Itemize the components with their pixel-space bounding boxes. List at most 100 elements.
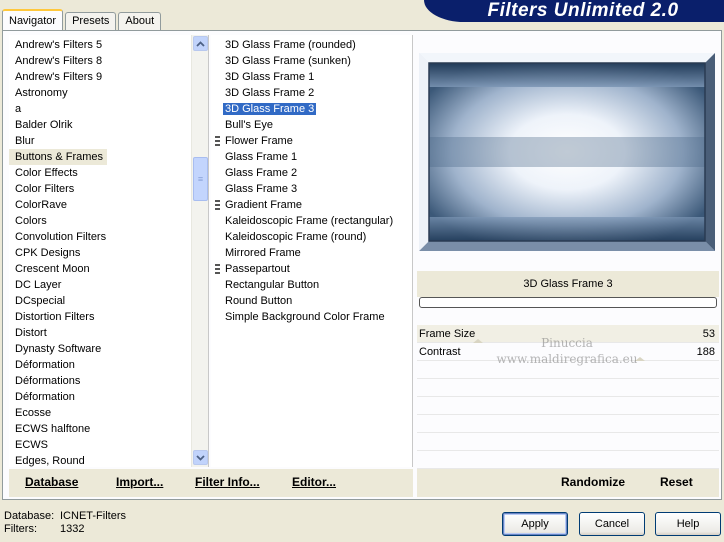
param-empty [417,451,719,469]
category-item[interactable]: Balder Olrik [9,117,191,133]
category-item-label: Balder Olrik [15,119,73,131]
tab-navigator[interactable]: Navigator [2,9,64,31]
filter-item-label: Passepartout [225,263,290,275]
app-banner: Filters Unlimited 2.0 [424,0,724,22]
filter-item[interactable]: Passepartout [211,261,411,277]
category-item[interactable]: Colors [9,213,191,229]
category-item[interactable]: DCspecial [9,293,191,309]
apply-button[interactable]: Apply [502,512,568,536]
filter-item[interactable]: Round Button [211,293,411,309]
filter-list[interactable]: 3D Glass Frame (rounded) 3D Glass Frame (… [211,35,413,467]
database-button[interactable]: Database [25,475,78,489]
category-item[interactable]: Buttons & Frames [9,149,191,165]
category-item-label: a [15,103,22,115]
filter-info-button[interactable]: Filter Info... [195,475,260,489]
category-item[interactable]: DC Layer [9,277,191,293]
category-item[interactable]: Color Effects [9,165,191,181]
filter-item[interactable]: Glass Frame 1 [211,149,411,165]
filter-item[interactable]: Rectangular Button [211,277,411,293]
category-item[interactable]: Dynasty Software [9,341,191,357]
cancel-button[interactable]: Cancel [579,512,645,536]
category-item[interactable]: Color Filters [9,181,191,197]
filter-item-label: Kaleidoscopic Frame (rectangular) [225,215,394,227]
category-item[interactable]: Andrew's Filters 5 [9,37,191,53]
category-item[interactable]: Blur [9,133,191,149]
filter-item[interactable]: Kaleidoscopic Frame (rectangular) [211,213,411,229]
category-item[interactable]: ColorRave [9,197,191,213]
category-item[interactable]: Andrew's Filters 9 [9,69,191,85]
category-item-label: Crescent Moon [15,263,90,275]
randomize-button[interactable]: Randomize [561,475,625,489]
category-item[interactable]: Déformation [9,389,191,405]
filter-item[interactable]: Flower Frame [211,133,411,149]
category-items: Andrew's Filters 5 Andrew's Filters 8 Andr… [9,37,191,467]
category-item[interactable]: a [9,101,191,117]
progress-bar [419,297,717,308]
category-item[interactable]: ECWS [9,437,191,453]
category-item-label: Distort [15,327,47,339]
status-filters-value: 1332 [60,523,85,535]
category-item-label: Edges, Round [15,455,85,467]
help-button[interactable]: Help [655,512,721,536]
filter-item-label: 3D Glass Frame (sunken) [225,55,351,67]
category-item-label: ECWS [15,439,48,451]
filter-item[interactable]: Bull's Eye [211,117,411,133]
category-item[interactable]: Convolution Filters [9,229,191,245]
category-item[interactable]: Ecosse [9,405,191,421]
filter-item[interactable]: 3D Glass Frame 2 [211,85,411,101]
filter-settings-panel: 3D Glass Frame 3 Frame Size 53 Contrast … [417,35,719,497]
status-filters-label: Filters: [4,523,37,535]
filter-item[interactable]: Glass Frame 3 [211,181,411,197]
category-item[interactable]: Edges, Round [9,453,191,467]
filter-item[interactable]: 3D Glass Frame 3 [211,101,411,117]
category-item[interactable]: Distortion Filters [9,309,191,325]
tab-presets[interactable]: Presets [65,12,117,30]
filter-item[interactable]: Glass Frame 2 [211,165,411,181]
category-item-label: Astronomy [15,87,68,99]
category-item-label: DCspecial [15,295,66,307]
filter-item[interactable]: Simple Background Color Frame [211,309,411,325]
category-scrollbar[interactable]: ≡ [191,35,208,467]
right-button-bar: Randomize Reset [417,469,719,497]
filter-item-label: Kaleidoscopic Frame (round) [225,231,367,243]
category-item-label: Distortion Filters [15,311,95,323]
param-value: 53 [702,328,715,340]
category-item[interactable]: Distort [9,325,191,341]
filter-item[interactable]: 3D Glass Frame (sunken) [211,53,411,69]
filter-item[interactable]: Kaleidoscopic Frame (round) [211,229,411,245]
filter-item[interactable]: Gradient Frame [211,197,411,213]
category-item-label: Andrew's Filters 8 [15,55,103,67]
import-button[interactable]: Import... [116,475,163,489]
category-item[interactable]: Andrew's Filters 8 [9,53,191,69]
preview-frame-graphic [419,53,715,251]
category-item[interactable]: Crescent Moon [9,261,191,277]
category-item[interactable]: Astronomy [9,85,191,101]
category-item-label: Convolution Filters [15,231,107,243]
category-item[interactable]: Déformation [9,357,191,373]
filter-item[interactable]: 3D Glass Frame (rounded) [211,37,411,53]
filter-item-label: Glass Frame 2 [225,167,298,179]
param-empty [417,415,719,433]
category-list[interactable]: Andrew's Filters 5 Andrew's Filters 8 Andr… [9,35,209,467]
scroll-down-button[interactable] [193,450,208,465]
editable-marker-icon [215,136,220,146]
filter-item-label: 3D Glass Frame 2 [225,87,315,99]
category-item-label: DC Layer [15,279,62,291]
filter-item[interactable]: 3D Glass Frame 1 [211,69,411,85]
preview-filter-name: 3D Glass Frame 3 [417,271,719,297]
scroll-up-button[interactable] [193,36,208,51]
param-empty [417,397,719,415]
reset-button[interactable]: Reset [660,475,693,489]
left-button-bar: Database Import... Filter Info... Editor… [9,469,413,497]
scroll-thumb[interactable]: ≡ [193,157,208,201]
editor-button[interactable]: Editor... [292,475,336,489]
category-item[interactable]: CPK Designs [9,245,191,261]
category-item-label: Déformations [15,375,81,387]
category-item-label: Colors [15,215,47,227]
filter-item-label: Glass Frame 1 [225,151,298,163]
category-item[interactable]: Déformations [9,373,191,389]
filter-item[interactable]: Mirrored Frame [211,245,411,261]
category-item[interactable]: ECWS halftone [9,421,191,437]
tab-about[interactable]: About [118,12,162,30]
category-item-label: Color Filters [15,183,75,195]
